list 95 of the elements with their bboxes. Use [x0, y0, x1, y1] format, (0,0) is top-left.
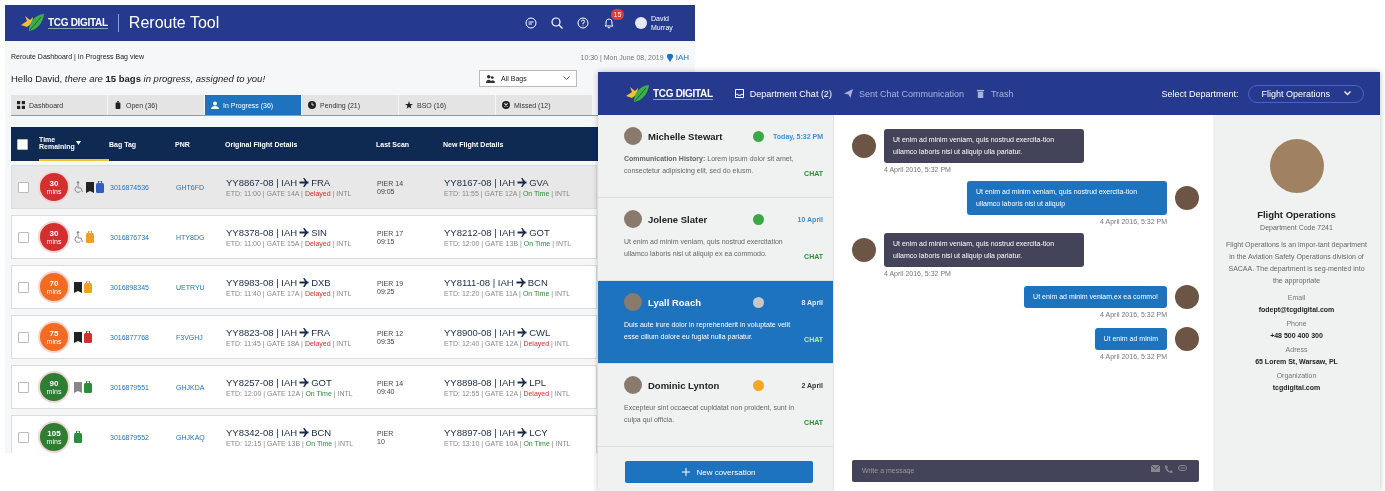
- department-label: Select Department:: [1161, 88, 1239, 99]
- plane-icon: [299, 378, 310, 387]
- avatar: [624, 293, 642, 311]
- logo-text: TCG DIGITAL: [48, 17, 108, 29]
- department-name: Flight Operations: [1257, 209, 1336, 220]
- row-checkbox[interactable]: [18, 431, 29, 443]
- inbox-icon: [734, 89, 744, 98]
- plane-icon: [517, 378, 528, 387]
- nav-link[interactable]: Sent Chat Communication: [843, 88, 964, 99]
- logo-text: TCG DIGITAL: [653, 87, 713, 100]
- attachment-icon[interactable]: [1178, 465, 1187, 471]
- app-title: Reroute Tool: [117, 14, 220, 32]
- row-checkbox[interactable]: [18, 281, 29, 293]
- flight-route: YY8111-08 | IAH: [444, 277, 514, 288]
- search-icon[interactable]: [551, 17, 563, 29]
- plane-icon: [299, 178, 310, 187]
- destination: BCN: [311, 427, 332, 438]
- plane-icon: [299, 328, 310, 337]
- destination: FRA: [311, 177, 331, 188]
- wheelchair-icon: [74, 181, 84, 193]
- luggage-icon: [114, 101, 122, 109]
- avatar: [624, 127, 642, 145]
- flight-route: YY8867-08 | IAH: [226, 177, 298, 188]
- select-all-checkbox[interactable]: [17, 138, 28, 150]
- avatar: [852, 134, 876, 158]
- destination: GOT: [311, 377, 332, 388]
- plane-icon: [299, 278, 310, 287]
- destination: CWL: [529, 327, 551, 338]
- plane-icon: [517, 428, 528, 437]
- destination: DXB: [311, 277, 331, 288]
- plane-icon: [299, 428, 310, 437]
- bell-icon[interactable]: [603, 17, 615, 29]
- people-icon: [486, 74, 495, 83]
- avatar: [1175, 285, 1199, 309]
- avatar: [1175, 327, 1199, 351]
- new-conversation-button[interactable]: New coversation: [625, 461, 813, 483]
- send-icon: [843, 89, 853, 98]
- destination: GVA: [529, 177, 549, 188]
- trash-icon: [975, 89, 985, 98]
- flight-route: YY8897-08 | IAH: [444, 427, 516, 438]
- avatar: [624, 376, 642, 394]
- nav-link[interactable]: Department Chat (2): [734, 88, 832, 99]
- phone-icon[interactable]: [1165, 465, 1173, 473]
- leaf-logo-icon: [624, 83, 650, 104]
- cross-circle-icon: [502, 101, 510, 109]
- plane-icon: [517, 228, 528, 237]
- avatar: [1175, 186, 1199, 210]
- plane-icon: [517, 328, 528, 337]
- destination: SIN: [311, 227, 327, 238]
- leaf-logo-icon: [19, 13, 45, 33]
- avatar: [624, 210, 642, 228]
- chevron-down-icon: [1344, 91, 1351, 96]
- destination: LCY: [529, 427, 548, 438]
- envelope-icon[interactable]: [1151, 465, 1160, 472]
- chat-icon[interactable]: [525, 17, 537, 29]
- destination: GOT: [529, 227, 550, 238]
- destination: BCN: [527, 277, 548, 288]
- photo-placeholder: [1269, 139, 1324, 193]
- contact-name: Michelle Stewart: [648, 130, 724, 142]
- contact-name: Lyall Roach: [648, 296, 702, 308]
- greeting: Hello David, there are 15 bags in progress, assigned to you!: [11, 73, 267, 84]
- contact-name: Jolene Slater: [648, 213, 709, 225]
- row-checkbox[interactable]: [18, 181, 29, 193]
- plus-icon: [682, 468, 691, 476]
- clock-icon: [308, 101, 316, 109]
- grid-icon: [17, 101, 25, 109]
- sort-caret-icon[interactable]: [76, 141, 81, 145]
- flight-route: YY8342-08 | IAH: [226, 427, 298, 438]
- row-checkbox[interactable]: [18, 381, 29, 393]
- wheelchair-icon: [74, 231, 84, 243]
- plane-icon: [515, 278, 526, 287]
- location-pin-icon: [666, 53, 673, 62]
- flight-route: YY8167-08 | IAH: [444, 177, 516, 188]
- nav-link[interactable]: Trash: [975, 88, 1014, 99]
- flight-route: YY8257-08 | IAH: [226, 377, 298, 388]
- flight-route: YY8900-08 | IAH: [444, 327, 516, 338]
- row-checkbox[interactable]: [18, 331, 29, 343]
- help-icon[interactable]: [577, 17, 589, 29]
- plane-icon: [299, 228, 310, 237]
- avatar: [852, 238, 876, 262]
- avatar[interactable]: [635, 17, 647, 29]
- flight-route: YY8212-08 | IAH: [444, 227, 516, 238]
- location[interactable]: IAH: [675, 53, 689, 62]
- destination: FRA: [311, 327, 331, 338]
- flight-route: YY8823-08 | IAH: [226, 327, 298, 338]
- flight-route: YY8898-08 | IAH: [444, 377, 516, 388]
- star-icon: [405, 101, 413, 109]
- flight-route: YY8983-08 | IAH: [226, 277, 298, 288]
- plane-icon: [517, 178, 528, 187]
- row-checkbox[interactable]: [18, 231, 29, 243]
- person-icon: [211, 101, 219, 109]
- destination: LPL: [529, 377, 547, 388]
- contact-name: Dominic Lynton: [648, 379, 721, 391]
- chevron-down-icon: [563, 76, 570, 81]
- flight-route: YY8378-08 | IAH: [226, 227, 298, 238]
